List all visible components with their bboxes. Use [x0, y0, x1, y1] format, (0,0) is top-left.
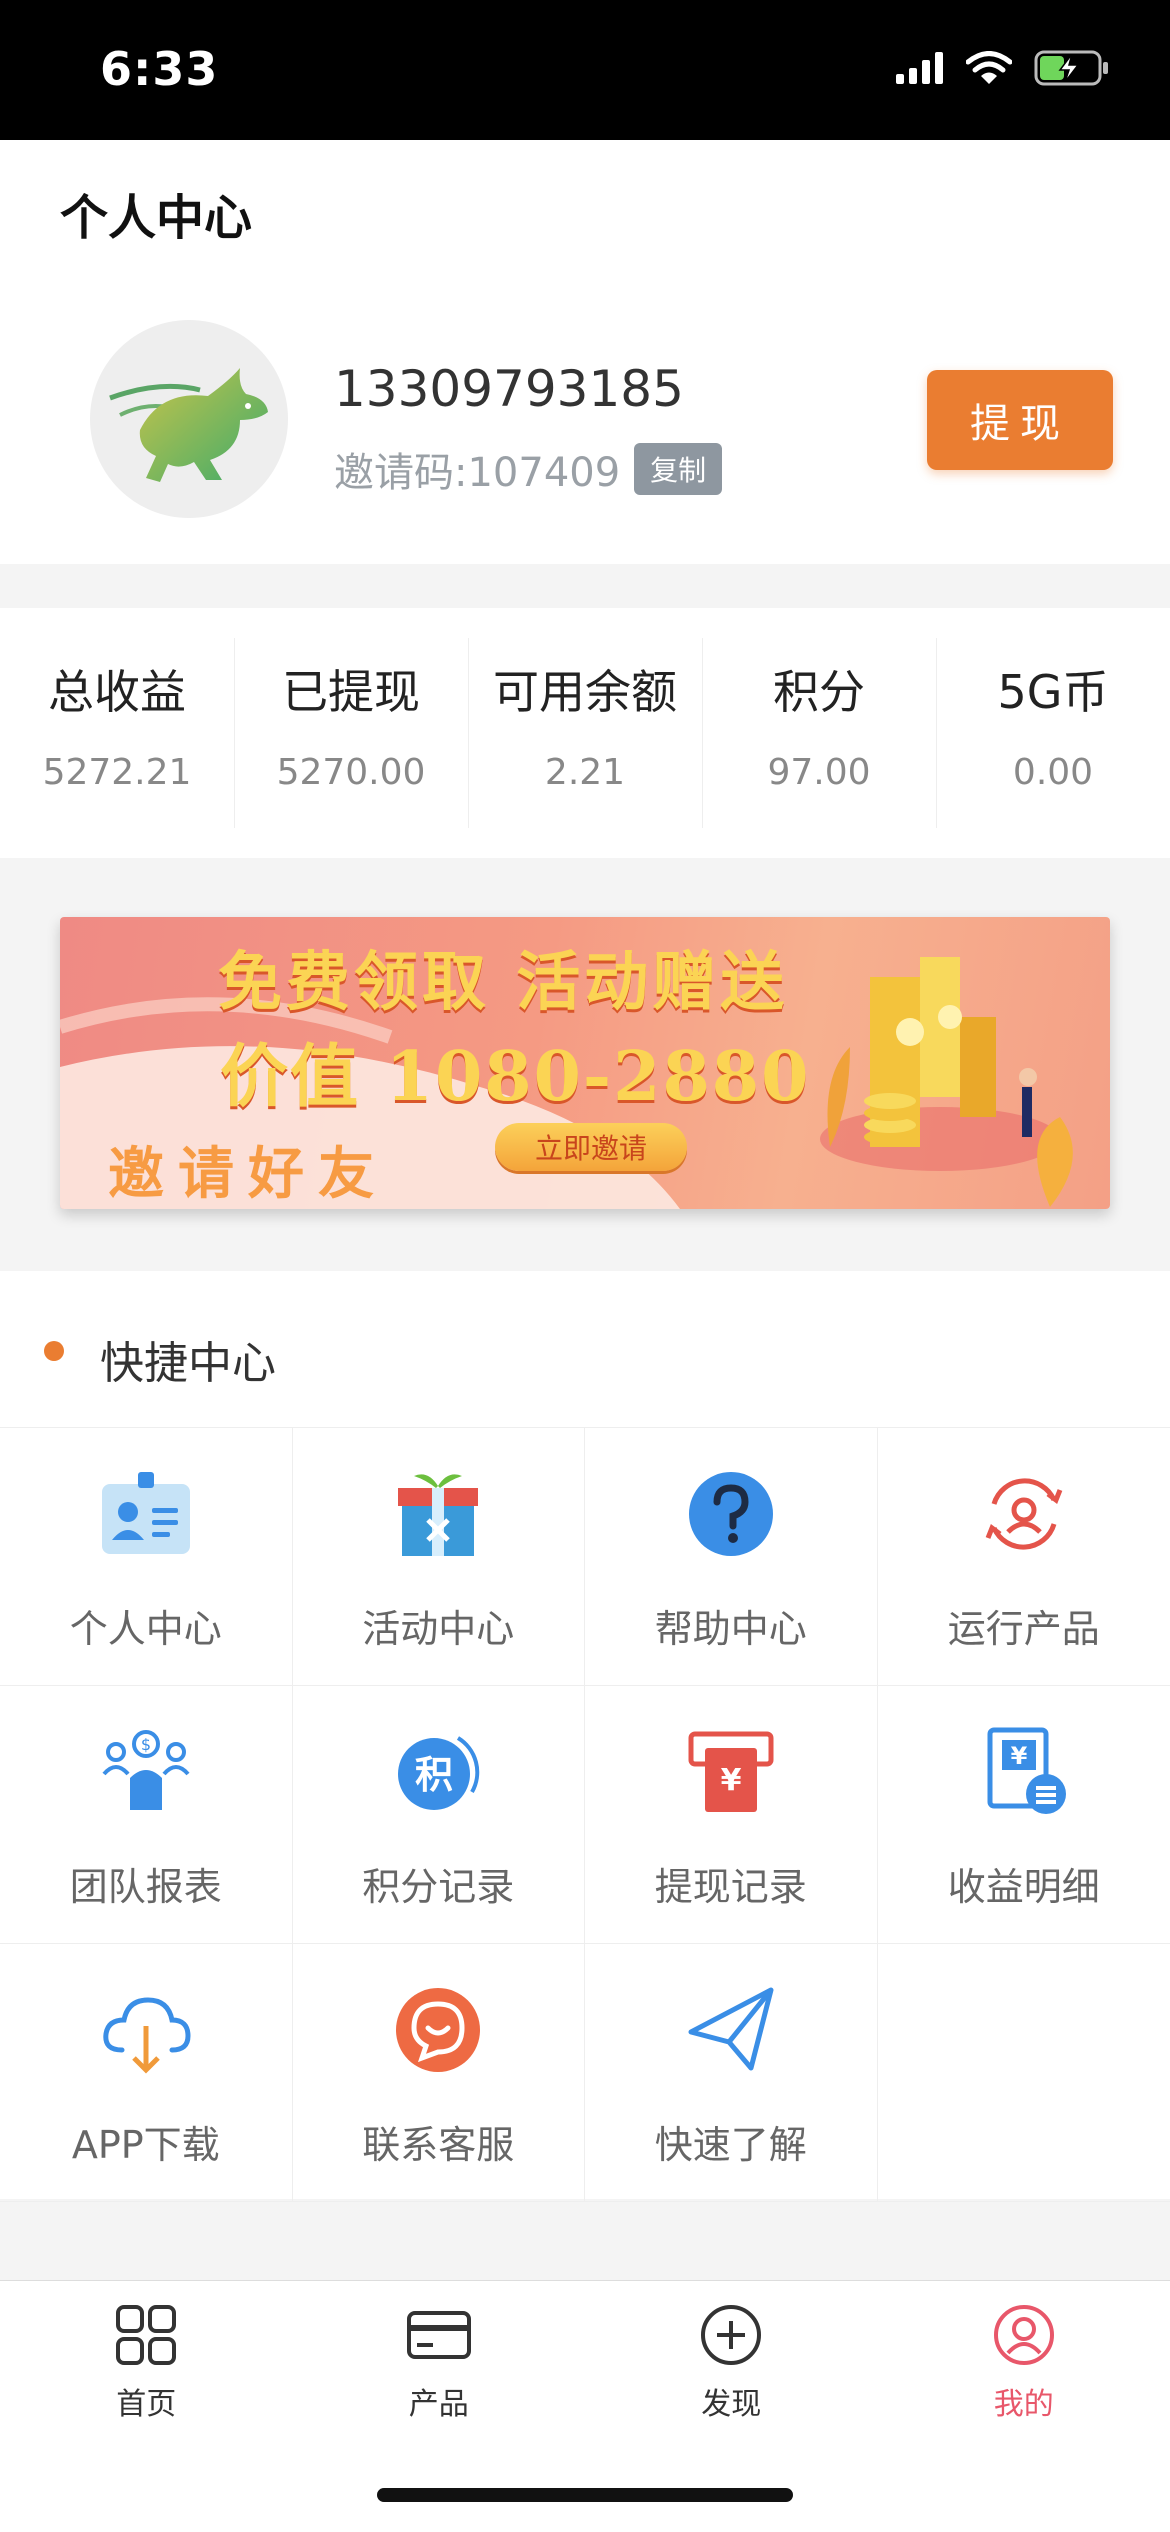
- customer-service-icon: [396, 1988, 481, 2072]
- quick-item-label: 活动中心: [362, 1607, 515, 1651]
- team-report-icon: $: [102, 1730, 190, 1810]
- quick-center: 快捷中心 个人中心 活动中心 帮助中心 运行产品 $ 团队报表 积 积分记录 ¥…: [0, 1271, 1170, 2202]
- svg-text:积: 积: [415, 1753, 453, 1797]
- help-question-icon: [688, 1472, 773, 1556]
- tab-label: 我的: [993, 2387, 1054, 2422]
- quick-item-activity-center[interactable]: 活动中心: [292, 1428, 585, 1686]
- wifi-icon: [966, 51, 1012, 84]
- quick-item-label: 帮助中心: [654, 1607, 807, 1651]
- stat-value: 5270.00: [276, 752, 426, 793]
- quick-item-label: APP下载: [71, 2123, 220, 2167]
- svg-text:¥: ¥: [1010, 1742, 1027, 1770]
- quick-item-app-download[interactable]: APP下载: [0, 1944, 293, 2202]
- points-record-icon: 积: [398, 1736, 480, 1810]
- tab-label: 发现: [701, 2387, 762, 2422]
- section-dot-icon: [44, 1341, 64, 1361]
- tab-label: 首页: [116, 2387, 177, 2422]
- stat-label: 5G币: [997, 665, 1109, 719]
- svg-text:¥: ¥: [720, 1763, 741, 1798]
- quick-item-label: 提现记录: [654, 1865, 807, 1909]
- quick-item-label: 快速了解: [654, 2123, 807, 2167]
- svg-text:$: $: [141, 1735, 151, 1754]
- stat-5g-coin[interactable]: 5G币 0.00: [936, 608, 1170, 858]
- battery-charging-icon: [1034, 50, 1108, 86]
- quick-item-help-center[interactable]: 帮助中心: [585, 1428, 878, 1686]
- tab-mine[interactable]: 我的: [878, 2281, 1170, 2532]
- banner-value-line: 价值 1080-2880: [220, 1037, 811, 1117]
- cloud-download-icon: [103, 1997, 191, 2074]
- stat-label: 可用余额: [493, 665, 677, 719]
- stat-value: 97.00: [767, 752, 871, 793]
- avatar[interactable]: [90, 320, 288, 518]
- section-title: 快捷中心: [100, 1338, 276, 1389]
- stat-points[interactable]: 积分 97.00: [702, 608, 936, 858]
- quick-item-running-products[interactable]: 运行产品: [877, 1428, 1170, 1686]
- home-indicator[interactable]: [377, 2488, 793, 2502]
- quick-item-team-report[interactable]: $ 团队报表: [0, 1686, 293, 1944]
- status-icons: [896, 50, 1110, 86]
- stat-value: 0.00: [1012, 752, 1094, 793]
- quick-item-withdraw-record[interactable]: ¥ 提现记录: [585, 1686, 878, 1944]
- user-phone: 13309793185: [334, 360, 684, 418]
- withdraw-button[interactable]: 提现: [927, 370, 1113, 470]
- quick-item-personal-center[interactable]: 个人中心: [0, 1428, 293, 1686]
- quick-item-label: 积分记录: [362, 1865, 515, 1909]
- invite-code-row: 邀请码:107409 复制: [334, 440, 723, 498]
- quick-item-empty: [877, 1944, 1170, 2202]
- tab-label: 产品: [408, 2387, 469, 2422]
- stat-withdrawn[interactable]: 已提现 5270.00: [234, 608, 468, 858]
- stat-total-income[interactable]: 总收益 5272.21: [0, 608, 234, 858]
- quick-item-quick-guide[interactable]: 快速了解: [585, 1944, 878, 2202]
- withdraw-record-icon: ¥: [688, 1731, 774, 1812]
- tab-home[interactable]: 首页: [0, 2281, 293, 2532]
- stat-label: 积分: [773, 665, 865, 719]
- quick-item-label: 收益明细: [947, 1865, 1100, 1909]
- income-detail-icon: ¥: [987, 1727, 1066, 1814]
- paper-plane-icon: [688, 1987, 774, 2071]
- stat-available-balance[interactable]: 可用余额 2.21: [468, 608, 702, 858]
- gold-coins-illustration: [827, 957, 1073, 1207]
- cellular-signal-icon: [896, 52, 943, 84]
- invite-banner[interactable]: 免费领取 活动赠送 价值 1080-2880 邀请好友 立即邀请: [60, 917, 1110, 1209]
- id-card-icon: [101, 1472, 190, 1554]
- status-bar: 6:33: [0, 0, 1170, 140]
- stat-label: 已提现: [282, 665, 420, 719]
- quick-item-label: 运行产品: [947, 1607, 1100, 1651]
- stats-row: 总收益 5272.21 已提现 5270.00 可用余额 2.21 积分 97.…: [0, 608, 1170, 858]
- quick-item-label: 联系客服: [362, 2123, 515, 2167]
- profile-header: 个人中心 13309793185 邀请码:107409 复制 提现: [0, 140, 1170, 564]
- banner-headline: 免费领取 活动赠送: [218, 945, 789, 1020]
- quick-item-points-record[interactable]: 积 积分记录: [292, 1686, 585, 1944]
- quick-center-header: 快捷中心: [0, 1271, 1170, 1427]
- quick-item-label: 团队报表: [69, 1865, 222, 1909]
- running-product-icon: [985, 1478, 1063, 1550]
- quick-grid: 个人中心 活动中心 帮助中心 运行产品 $ 团队报表 积 积分记录 ¥ 提现记录…: [0, 1427, 1170, 2202]
- gift-box-icon: [398, 1474, 479, 1556]
- invite-code: 邀请码:107409: [334, 450, 621, 496]
- copy-button[interactable]: 复制: [634, 443, 723, 495]
- stat-value: 5272.21: [42, 752, 192, 793]
- banner-invite-text: 邀请好友: [108, 1142, 388, 1207]
- grid-icon: [116, 2305, 177, 2365]
- stat-value: 2.21: [544, 752, 626, 793]
- quick-item-customer-service[interactable]: 联系客服: [292, 1944, 585, 2202]
- page-title: 个人中心: [60, 190, 253, 246]
- rabbit-logo-icon: [109, 368, 268, 482]
- quick-item-income-detail[interactable]: ¥ 收益明细: [877, 1686, 1170, 1944]
- stat-label: 总收益: [48, 665, 186, 719]
- quick-item-label: 个人中心: [69, 1607, 222, 1651]
- card-icon: [406, 2311, 471, 2359]
- status-time: 6:33: [100, 42, 219, 96]
- banner-invite-button[interactable]: 立即邀请: [495, 1123, 687, 1171]
- plus-circle-icon: [701, 2305, 762, 2365]
- user-circle-icon: [993, 2305, 1054, 2365]
